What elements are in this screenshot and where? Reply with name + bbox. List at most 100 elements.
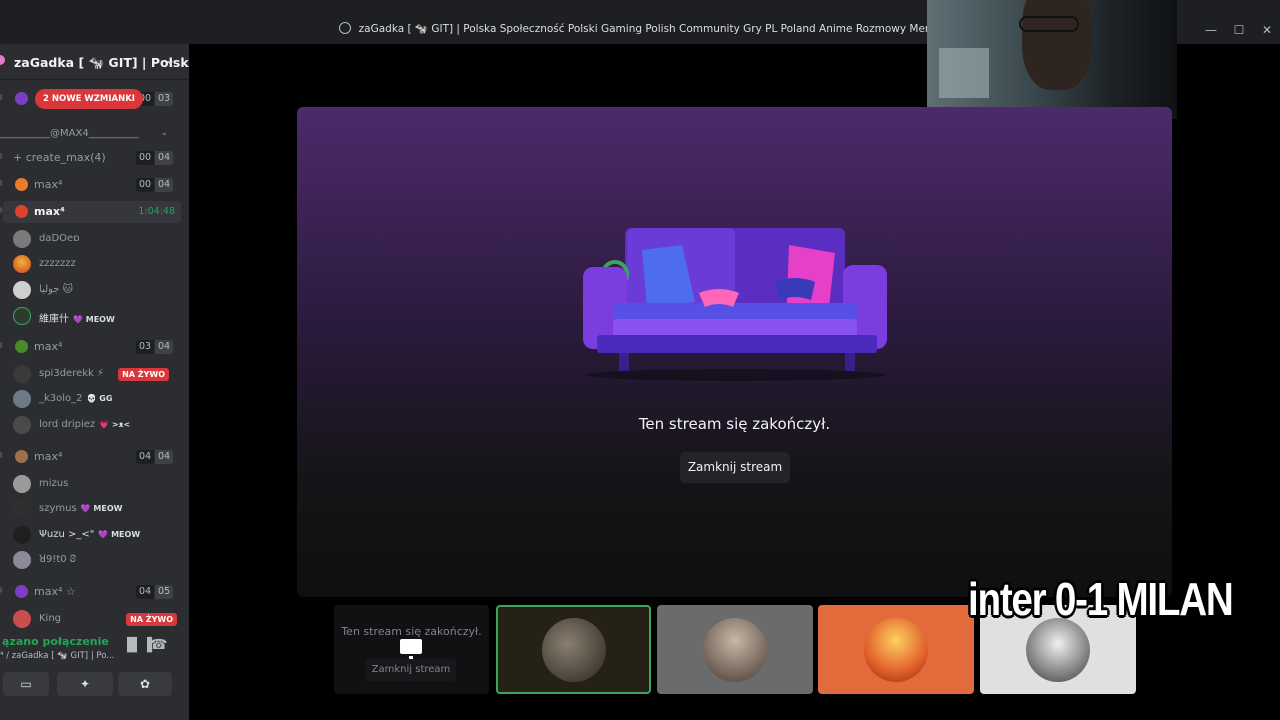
leaf-icon	[15, 340, 28, 353]
member-name: lord dripiez 💗 >ᴥ<	[39, 419, 130, 430]
voice-member[interactable]: 維庫什 💜 MEOW	[13, 304, 183, 326]
voice-member[interactable]: ꓤ9!t0 ꗟ	[13, 548, 183, 570]
live-badge: NA ŻYWO	[126, 613, 177, 626]
avatar	[13, 610, 31, 628]
member-name: ꓤ9!t0 ꗟ	[39, 554, 77, 565]
soundboard-button[interactable]: ✿	[118, 672, 172, 696]
participant-tile[interactable]	[657, 605, 813, 694]
category-header[interactable]: __________@MAX4__________ ⌄	[0, 128, 178, 139]
call-timer: 1:04:48	[138, 206, 175, 217]
member-name-text: 維庫什	[39, 314, 69, 325]
avatar	[13, 307, 31, 325]
voice-status: ązano połączenie	[2, 635, 109, 648]
avatar	[13, 475, 31, 493]
avatar	[864, 617, 928, 682]
voice-channel-path[interactable]: ⁴ / zaGadka [ 🐄 GIT] | Po...	[0, 651, 114, 661]
voice-member[interactable]: Ψuzu >_<" 💜 MEOW	[13, 523, 183, 545]
chevron-down-icon: ⌄	[160, 128, 168, 138]
user-limit: 04	[155, 340, 174, 354]
member-name: spi3derekk ⚡	[39, 368, 105, 379]
avatar	[13, 551, 31, 569]
thumbnail-ended-text: Ten stream się zakończył.	[341, 625, 482, 638]
user-count: 03	[136, 340, 155, 354]
member-name-text: _k3olo_2	[39, 393, 83, 404]
user-limit: 04	[155, 450, 174, 464]
member-name: szymus 💜 MEOW	[39, 503, 122, 514]
channel-name: max⁴	[34, 178, 63, 191]
user-count: 00	[136, 151, 155, 165]
close-window-button[interactable]: ✕	[1259, 22, 1275, 38]
voice-member[interactable]: _k3olo_2 💀 GG	[13, 387, 183, 409]
member-name: King	[39, 613, 62, 624]
voice-connection-panel: ązano połączenie ⁴ / zaGadka [ 🐄 GIT] | …	[0, 632, 189, 672]
speaker-icon: 🔉︎	[0, 178, 4, 189]
avatar	[541, 617, 606, 682]
user-count: 00	[136, 178, 155, 192]
avatar	[13, 281, 31, 299]
voice-member[interactable]: szymus 💜 MEOW	[13, 497, 183, 519]
channel-sidebar: zaGadka [ 🐄 GIT] | Polsk... ⌄ 🔉︎ 00 03 2…	[0, 44, 189, 720]
user-limit: 05	[155, 585, 174, 599]
eggplant-icon	[15, 92, 28, 105]
member-name-text: szymus	[39, 503, 77, 514]
user-count: 04	[136, 585, 155, 599]
monitor-icon	[400, 639, 422, 662]
eggplant-icon	[15, 585, 28, 598]
chevron-down-icon: ⌄	[164, 53, 175, 67]
speaker-icon: 🔉︎	[0, 450, 4, 461]
category-label: __________@MAX4__________	[0, 128, 139, 139]
soundboard-icon: ✿	[139, 677, 151, 691]
voice-member[interactable]: mizus	[13, 472, 183, 494]
avatar	[13, 526, 31, 544]
voice-member[interactable]: zzzzzzz	[13, 252, 183, 274]
channel-name: max⁴	[34, 340, 63, 353]
wall-poster	[939, 48, 989, 98]
speaker-icon: 🔉︎	[0, 340, 4, 351]
voice-channel-max-2[interactable]: 🔉︎ max⁴ 03 04	[0, 336, 182, 358]
voice-member[interactable]: lord dripiez 💗 >ᴥ<	[13, 413, 183, 435]
screen-share-button[interactable]: ▭	[3, 672, 49, 696]
voice-channel-max-3[interactable]: 🔉︎ max⁴ 04 04	[0, 446, 182, 468]
member-tag: 💜 MEOW	[73, 315, 115, 324]
disconnect-icon[interactable]: ☎︎	[150, 637, 167, 653]
member-tag: 💗 >ᴥ<	[99, 420, 131, 429]
couch-illustration	[583, 228, 887, 381]
member-name: Ψuzu >_<" 💜 MEOW	[39, 529, 140, 540]
thumbnail-close-button[interactable]: Zamknij stream	[366, 659, 456, 681]
member-tag: 💜 MEOW	[98, 530, 141, 539]
new-mentions-pill[interactable]: 2 NOWE WZMIANKI	[35, 89, 143, 109]
noise-suppression-icon[interactable]: ▐▌▐	[122, 638, 152, 653]
voice-member[interactable]: جوليا 🐱	[13, 278, 183, 300]
voice-member[interactable]: daDOeɒ	[13, 227, 183, 249]
activities-button[interactable]: ✦	[57, 672, 113, 696]
server-header[interactable]: zaGadka [ 🐄 GIT] | Polsk... ⌄	[0, 44, 189, 80]
channel-name: max⁴ ☆	[34, 585, 76, 598]
participant-tile-speaking[interactable]	[496, 605, 651, 694]
maximize-button[interactable]: ☐	[1231, 22, 1247, 38]
voice-member[interactable]: spi3derekk ⚡ NA ŻYWO	[13, 362, 183, 384]
member-name: _k3olo_2 💀 GG	[39, 393, 112, 404]
voice-channel-max-4[interactable]: 🔉︎ max⁴ ☆ 04 05	[0, 581, 182, 603]
voice-member[interactable]: King NA ŻYWO	[13, 607, 183, 629]
stream-thumbnail-ended[interactable]: Ten stream się zakończył. Zamknij stream	[334, 605, 489, 694]
close-stream-button[interactable]: Zamknij stream	[680, 452, 790, 483]
member-name-text: lord dripiez	[39, 419, 96, 430]
user-count: 04	[136, 450, 155, 464]
potato-icon	[15, 450, 28, 463]
member-tag: 💜 MEOW	[80, 504, 123, 513]
voice-channel-max-1[interactable]: 🔉︎ max⁴ 00 04	[0, 174, 182, 196]
speaker-icon: 🔉︎	[0, 585, 4, 596]
channel-name: + create_max(4)	[13, 151, 106, 164]
globe-icon	[338, 22, 351, 34]
voice-channel-max-active[interactable]: 🔉︎ max⁴ 1:04:48	[0, 201, 181, 223]
avatar	[13, 365, 31, 383]
voice-channel-create[interactable]: 🔉︎ + create_max(4) 00 04	[0, 147, 182, 169]
speaker-icon: 🔉︎	[0, 151, 4, 162]
participant-tile[interactable]	[818, 605, 974, 694]
stream-ended-message: Ten stream się zakończył.	[638, 415, 831, 433]
minimize-button[interactable]: —	[1203, 22, 1219, 38]
channel-name: max⁴	[34, 205, 65, 218]
speaker-icon: 🔉︎	[0, 92, 4, 103]
tomato-icon	[15, 205, 28, 218]
stream-stage: Ten stream się zakończył. Zamknij stream	[297, 107, 1172, 597]
